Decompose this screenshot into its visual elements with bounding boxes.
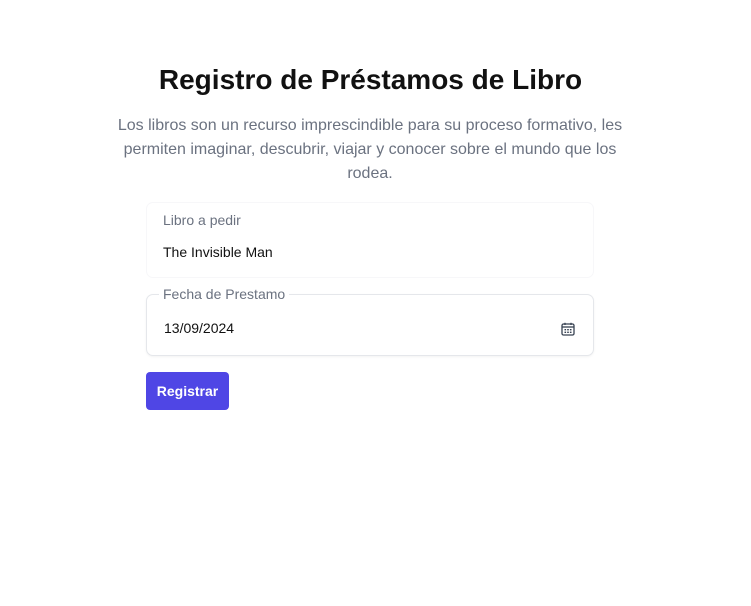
- date-input[interactable]: 13/09/2024: [164, 319, 234, 337]
- book-field-label: Libro a pedir: [163, 212, 241, 228]
- page-description: Los libros son un recurso imprescindible…: [117, 117, 623, 182]
- calendar-icon[interactable]: [561, 322, 575, 336]
- date-field-label: Fecha de Prestamo: [159, 286, 290, 302]
- page: Registro de Préstamos de Libro Los libro…: [0, 0, 751, 606]
- date-field[interactable]: Fecha de Prestamo 13/09/2024: [146, 286, 594, 356]
- book-field: Libro a pedir: [146, 202, 594, 278]
- register-button[interactable]: Registrar: [146, 372, 229, 410]
- book-input[interactable]: [163, 243, 563, 261]
- page-title: Registro de Préstamos de Libro: [158, 64, 583, 95]
